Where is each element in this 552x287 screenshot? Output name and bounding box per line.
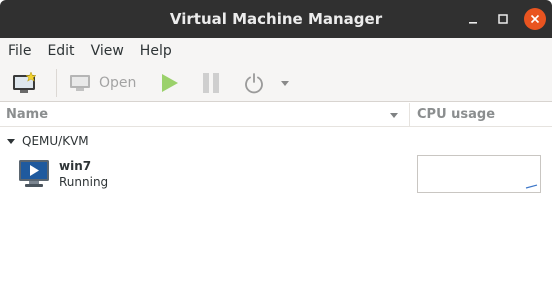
power-icon xyxy=(245,72,263,93)
cpu-usage-graph xyxy=(417,155,541,193)
sort-arrow-icon xyxy=(390,112,398,118)
vm-monitor-icon xyxy=(19,160,49,187)
maximize-icon xyxy=(498,14,508,24)
run-button[interactable] xyxy=(149,64,189,102)
close-icon xyxy=(524,8,546,30)
menu-view[interactable]: View xyxy=(83,38,132,64)
minimize-button[interactable] xyxy=(458,0,488,38)
shutdown-menu-button[interactable] xyxy=(275,64,295,102)
open-label: Open xyxy=(99,74,137,91)
menu-file[interactable]: File xyxy=(0,38,39,64)
open-button[interactable]: Open xyxy=(63,64,149,102)
toolbar-separator xyxy=(56,68,57,97)
maximize-button[interactable] xyxy=(488,0,518,38)
column-cpu-label: CPU usage xyxy=(417,107,496,122)
shutdown-button[interactable] xyxy=(233,64,275,102)
app-window: Virtual Machine Manager File Edit View H… xyxy=(0,0,552,287)
column-name-label: Name xyxy=(6,107,49,122)
monitor-icon xyxy=(70,74,90,91)
toolbar: Open xyxy=(0,64,552,102)
column-header: Name CPU usage xyxy=(0,102,552,127)
window-controls xyxy=(458,0,552,38)
new-vm-icon xyxy=(13,70,37,93)
menu-bar: File Edit View Help xyxy=(0,38,552,64)
title-bar: Virtual Machine Manager xyxy=(0,0,552,38)
pause-icon xyxy=(203,72,219,93)
close-button[interactable] xyxy=(518,0,552,38)
vm-list: QEMU/KVM win7 Running xyxy=(0,127,552,287)
vm-status: Running xyxy=(59,175,109,189)
menu-edit[interactable]: Edit xyxy=(39,38,82,64)
window-title: Virtual Machine Manager xyxy=(169,10,383,28)
new-vm-button[interactable] xyxy=(0,64,50,102)
vm-name: win7 xyxy=(59,159,92,173)
cpu-usage-line xyxy=(525,184,538,189)
menu-help[interactable]: Help xyxy=(132,38,180,64)
column-name[interactable]: Name xyxy=(0,102,410,127)
expander-icon xyxy=(7,139,15,144)
column-cpu[interactable]: CPU usage xyxy=(410,103,495,127)
play-icon xyxy=(162,73,178,92)
pause-button[interactable] xyxy=(189,64,233,102)
connection-label: QEMU/KVM xyxy=(22,134,89,148)
dropdown-arrow-icon xyxy=(281,80,289,86)
minimize-icon xyxy=(469,22,477,24)
connection-row[interactable]: QEMU/KVM xyxy=(0,131,89,151)
